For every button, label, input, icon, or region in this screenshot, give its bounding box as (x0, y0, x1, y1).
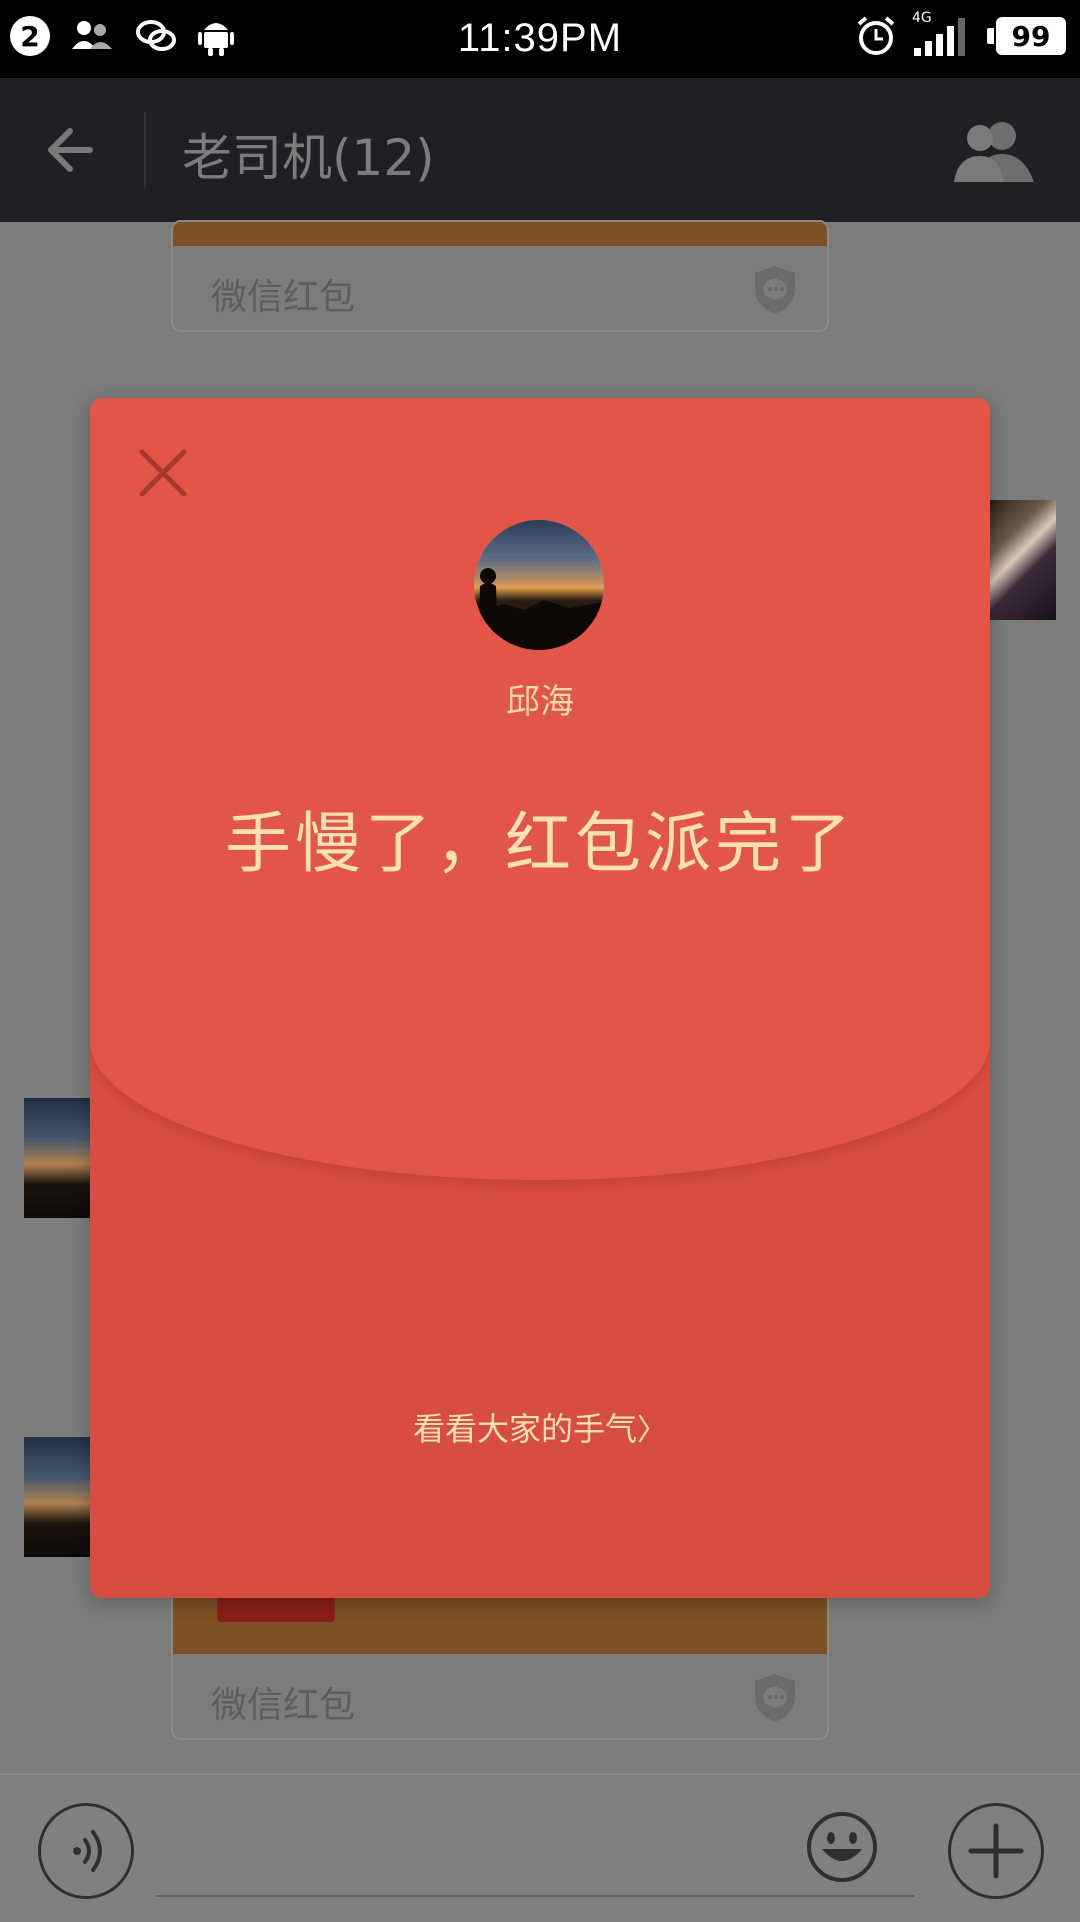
red-packet-banner (173, 222, 827, 246)
red-packet-status-message: 手慢了，红包派完了 (225, 805, 855, 882)
status-bar-right: 4G 99 (856, 10, 1066, 58)
voice-input-button[interactable] (38, 1803, 134, 1899)
group-members-icon[interactable] (952, 116, 1040, 186)
red-packet-footer: 微信红包 (173, 246, 827, 330)
more-options-button[interactable] (948, 1803, 1044, 1899)
header-divider (144, 112, 146, 188)
plus-icon (968, 1823, 1024, 1879)
wechat-shield-icon (755, 1674, 795, 1722)
chat-header: 老司机(12) (0, 78, 1080, 222)
red-packet-footer: 微信红包 (173, 1654, 827, 1738)
sender-avatar (474, 520, 604, 650)
wechat-shield-icon (755, 266, 795, 314)
battery-indicator: 99 (987, 17, 1066, 55)
message-input[interactable] (156, 1895, 914, 1897)
alarm-icon (857, 16, 895, 55)
red-packet-envelope-flap (90, 398, 990, 1180)
red-packet-label: 微信红包 (211, 1685, 356, 1726)
signal-strength-icon (914, 18, 965, 56)
red-packet-dialog: 邱海 手慢了，红包派完了 看看大家的手气〉 (90, 398, 990, 1598)
status-bar: 2 11:39PM 4G 99 (0, 0, 1080, 78)
sender-name: 邱海 (506, 682, 574, 722)
sender-avatar-thumbnail[interactable] (990, 500, 1056, 620)
voice-icon (73, 1830, 102, 1872)
back-arrow-icon[interactable] (40, 118, 104, 182)
sender-avatar-thumbnail[interactable] (24, 1098, 90, 1218)
view-luck-details-link[interactable]: 看看大家的手气〉 (90, 1404, 990, 1450)
details-link-label: 看看大家的手气 (412, 1410, 637, 1448)
avatar-silhouette (474, 568, 604, 650)
sender-avatar-thumbnail[interactable] (24, 1437, 90, 1557)
chat-input-bar (0, 1773, 1080, 1922)
network-indicator: 4G (912, 10, 966, 58)
chat-title: 老司机(12) (182, 129, 435, 187)
red-packet-label: 微信红包 (211, 277, 356, 318)
chevron-right-icon: 〉 (637, 1413, 667, 1448)
close-icon[interactable] (138, 448, 188, 498)
emoji-icon[interactable] (806, 1811, 878, 1883)
red-packet-message[interactable]: 微信红包 (171, 220, 829, 332)
